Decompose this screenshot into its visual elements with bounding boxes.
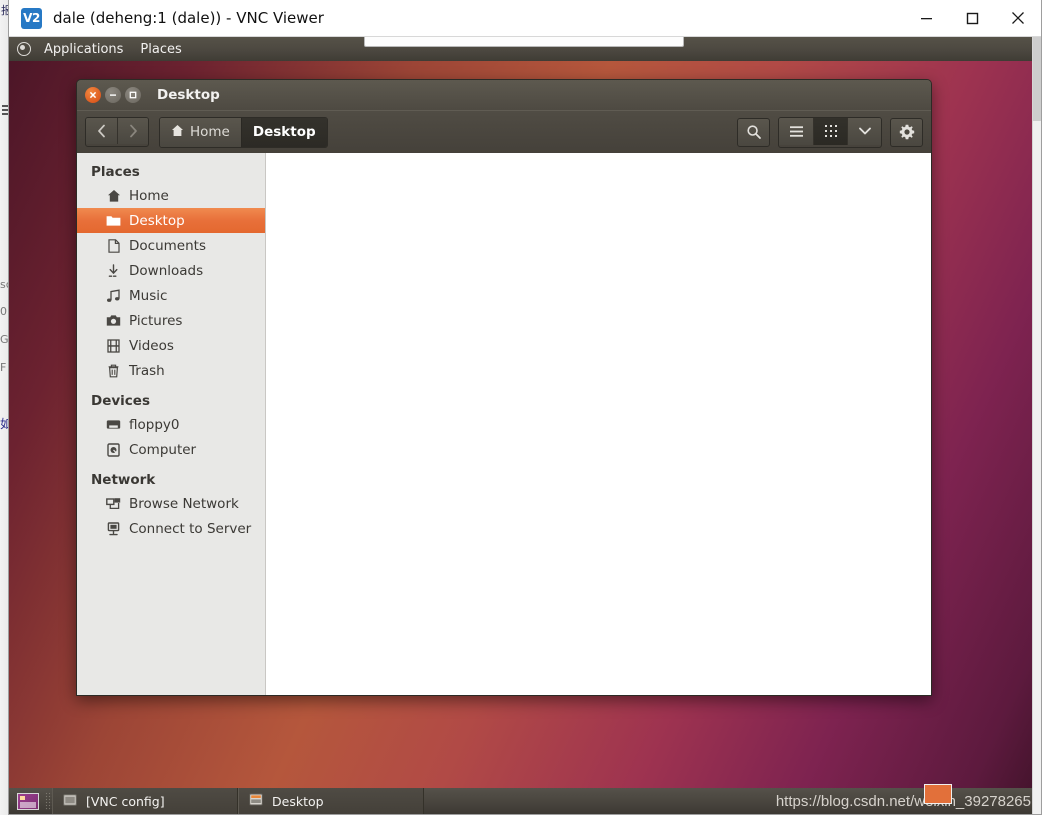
sidebar-item-label: Downloads <box>129 262 204 279</box>
sidebar-item-pictures[interactable]: Pictures <box>77 308 265 333</box>
vnc-toolbar-tab[interactable] <box>364 37 684 47</box>
trash-icon <box>105 364 122 378</box>
breadcrumb-home-label: Home <box>190 124 230 140</box>
sidebar-item-label: Desktop <box>129 212 185 229</box>
menu-places[interactable]: Places <box>136 40 185 59</box>
forward-button[interactable] <box>117 118 148 144</box>
network-icon <box>105 497 122 510</box>
sidebar-item-label: Computer <box>129 441 197 458</box>
vnc-logo-icon: V2 <box>21 7 42 29</box>
file-manager-toolbar: Home Desktop <box>77 110 931 153</box>
chevron-down-icon[interactable] <box>847 117 881 145</box>
background-fragment-2: 0 <box>0 305 7 318</box>
computer-icon <box>105 442 122 457</box>
sidebar-item-browse-network[interactable]: Browse Network <box>77 491 265 516</box>
vnc-window-controls <box>903 0 1041 37</box>
sidebar-item-videos[interactable]: Videos <box>77 333 265 358</box>
document-icon <box>105 238 122 253</box>
file-manager-window[interactable]: Desktop Home Desktop Places Home Desktop… <box>76 79 932 696</box>
folder-icon <box>105 214 122 227</box>
sidebar-heading-devices: Devices <box>91 393 150 409</box>
watermark-text: https://blog.csdn.net/weixin_39278265 <box>775 792 1031 810</box>
maximize-icon[interactable] <box>125 87 141 103</box>
sidebar-item-label: Videos <box>129 337 174 354</box>
vnc-viewer-window: V2 dale (deheng:1 (dale)) - VNC Viewer A… <box>8 0 1042 815</box>
screen: 报 sc 0 GV F 如 V2 dale (deheng:1 (dale)) … <box>0 0 1042 815</box>
sidebar-heading-network: Network <box>91 472 156 488</box>
breadcrumb-desktop-label: Desktop <box>252 124 316 140</box>
sidebar-item-desktop[interactable]: Desktop <box>77 208 265 233</box>
file-list-area[interactable] <box>266 153 931 695</box>
places-sidebar[interactable]: Places Home Desktop Documents Downloads … <box>77 153 266 695</box>
sidebar-item-label: Home <box>129 187 169 204</box>
minimize-icon[interactable] <box>105 87 121 103</box>
sidebar-item-documents[interactable]: Documents <box>77 233 265 258</box>
show-desktop-icon[interactable] <box>17 792 39 810</box>
breadcrumb-desktop[interactable]: Desktop <box>240 117 327 147</box>
window-icon <box>63 793 77 809</box>
sidebar-item-floppy0[interactable]: floppy0 <box>77 412 265 437</box>
camera-icon <box>105 314 122 327</box>
background-fragment-4: F <box>0 361 7 374</box>
file-manager-titlebar[interactable]: Desktop <box>77 80 931 110</box>
floppy-icon <box>105 419 122 430</box>
grid-view-icon[interactable] <box>813 117 847 145</box>
vnc-remote-desktop[interactable]: Applications Places Desktop Home Desktop… <box>9 37 1041 814</box>
minimize-icon[interactable] <box>903 0 949 37</box>
csdn-watermark: https://blog.csdn.net/weixin_39278265 <box>775 783 1031 810</box>
sidebar-item-label: floppy0 <box>129 416 180 433</box>
close-icon[interactable] <box>85 87 101 103</box>
sidebar-item-connect-to-server[interactable]: Connect to Server <box>77 516 265 541</box>
bottom-panel: [VNC config] Desktop https://blog.csdn.n… <box>9 783 1041 814</box>
music-icon <box>105 288 122 303</box>
sidebar-item-label: Pictures <box>129 312 183 329</box>
sidebar-item-downloads[interactable]: Downloads <box>77 258 265 283</box>
task-list: [VNC config] Desktop <box>52 788 424 814</box>
file-manager-title: Desktop <box>157 87 220 103</box>
scrollbar-thumb[interactable] <box>1033 37 1041 121</box>
film-icon <box>105 338 122 353</box>
view-mode-group <box>778 116 882 148</box>
panel-grip[interactable] <box>45 792 52 810</box>
toolbar-right-group <box>737 116 923 148</box>
sidebar-item-computer[interactable]: Computer <box>77 437 265 462</box>
sidebar-item-label: Documents <box>129 237 206 254</box>
file-manager-body: Places Home Desktop Documents Downloads … <box>77 153 931 695</box>
sidebar-item-label: Trash <box>129 362 165 379</box>
navigation-buttons <box>85 117 149 147</box>
menu-applications[interactable]: Applications <box>40 40 127 59</box>
close-icon[interactable] <box>995 0 1041 37</box>
vertical-scrollbar[interactable] <box>1032 37 1041 814</box>
file-manager-icon <box>249 793 263 809</box>
sidebar-item-home[interactable]: Home <box>77 183 265 208</box>
search-icon[interactable] <box>737 117 770 147</box>
breadcrumb: Home Desktop <box>159 116 328 148</box>
vnc-titlebar[interactable]: V2 dale (deheng:1 (dale)) - VNC Viewer <box>9 0 1041 37</box>
sidebar-item-label: Music <box>129 287 168 304</box>
maximize-icon[interactable] <box>949 0 995 37</box>
home-icon <box>171 124 184 141</box>
sidebar-heading-places: Places <box>91 164 140 180</box>
task-button-vnc-config[interactable]: [VNC config] <box>52 788 238 814</box>
sidebar-item-label: Browse Network <box>129 495 239 512</box>
watermark-highlight-box <box>923 783 952 804</box>
task-button-desktop[interactable]: Desktop <box>238 788 424 814</box>
breadcrumb-home[interactable]: Home <box>160 117 241 147</box>
list-view-icon[interactable] <box>779 117 813 145</box>
task-button-label: Desktop <box>272 793 324 809</box>
task-button-label: [VNC config] <box>86 793 165 809</box>
mate-logo-icon[interactable] <box>17 42 31 56</box>
server-icon <box>105 521 122 536</box>
sidebar-item-label: Connect to Server <box>129 520 252 537</box>
sidebar-item-trash[interactable]: Trash <box>77 358 265 383</box>
vnc-window-title: dale (deheng:1 (dale)) - VNC Viewer <box>53 9 324 27</box>
back-button[interactable] <box>86 118 117 144</box>
download-icon <box>105 263 122 278</box>
home-icon <box>105 189 122 203</box>
sidebar-item-music[interactable]: Music <box>77 283 265 308</box>
gear-icon[interactable] <box>890 117 923 147</box>
